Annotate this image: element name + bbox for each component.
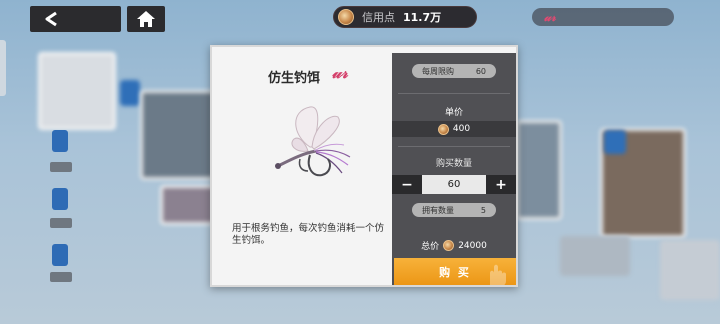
buy-button-label: 购 买 bbox=[439, 265, 471, 279]
home-button[interactable] bbox=[127, 6, 165, 32]
item-name: 仿生钓饵 bbox=[268, 71, 321, 86]
credit-coin-icon bbox=[338, 9, 354, 25]
decrease-button[interactable]: − bbox=[392, 175, 422, 194]
pointer-hand-icon bbox=[490, 264, 506, 285]
credits-display: 信用点 11.7万 bbox=[333, 6, 477, 28]
brand-logo-icon: 𝓊𝓇 bbox=[332, 63, 348, 82]
currency-display: 𝓊𝓇 bbox=[532, 8, 674, 26]
edge-tab[interactable] bbox=[0, 40, 6, 96]
unit-price-label: 单价 bbox=[444, 108, 463, 118]
buy-button[interactable]: 购 买 bbox=[394, 258, 516, 285]
fishing-lure-icon bbox=[275, 106, 351, 177]
owned-count-badge: 拥有数量 5 bbox=[412, 203, 496, 217]
total-price-label: 总价 bbox=[421, 242, 440, 252]
credit-coin-icon bbox=[437, 123, 449, 135]
item-description: 用于根务钓鱼，每次钓鱼消耗一个仿生钓饵。 bbox=[232, 223, 385, 246]
back-button[interactable] bbox=[30, 6, 121, 32]
quantity-stepper: − 60 + bbox=[392, 175, 516, 194]
owned-value: 5 bbox=[480, 205, 486, 215]
credits-value: 11.7万 bbox=[403, 11, 442, 24]
weekly-limit-label: 每周限购 bbox=[422, 66, 454, 76]
divider bbox=[398, 146, 510, 147]
divider bbox=[398, 93, 510, 94]
home-icon bbox=[137, 11, 155, 27]
increase-button[interactable]: + bbox=[486, 175, 516, 194]
owned-label: 拥有数量 bbox=[422, 205, 454, 215]
brand-logo-icon: 𝓊𝓇 bbox=[544, 9, 556, 24]
purchase-pane: 每周限购 60 单价 400 购买数量 − 60 + 拥有数量 5 总价 240… bbox=[392, 53, 516, 285]
quantity-field[interactable]: 60 bbox=[422, 175, 486, 194]
credit-coin-icon bbox=[443, 240, 455, 251]
weekly-limit-value: 60 bbox=[475, 66, 486, 76]
total-price-row: 总价 24000 bbox=[392, 239, 516, 252]
quantity-label: 购买数量 bbox=[435, 159, 472, 169]
credits-label: 信用点 bbox=[362, 11, 395, 24]
purchase-dialog: 仿生钓饵 𝓊𝓇 用于根务钓鱼，每次钓鱼消耗一个仿生钓饵。 每周限购 60 单价 … bbox=[210, 45, 518, 287]
item-info-pane: 仿生钓饵 𝓊𝓇 用于根务钓鱼，每次钓鱼消耗一个仿生钓饵。 bbox=[212, 47, 392, 285]
unit-price-row: 400 bbox=[392, 121, 516, 137]
total-price-value: 24000 bbox=[458, 240, 487, 251]
chevron-left-icon bbox=[45, 11, 57, 27]
unit-price-value: 400 bbox=[452, 124, 471, 134]
weekly-limit-badge: 每周限购 60 bbox=[412, 64, 496, 78]
